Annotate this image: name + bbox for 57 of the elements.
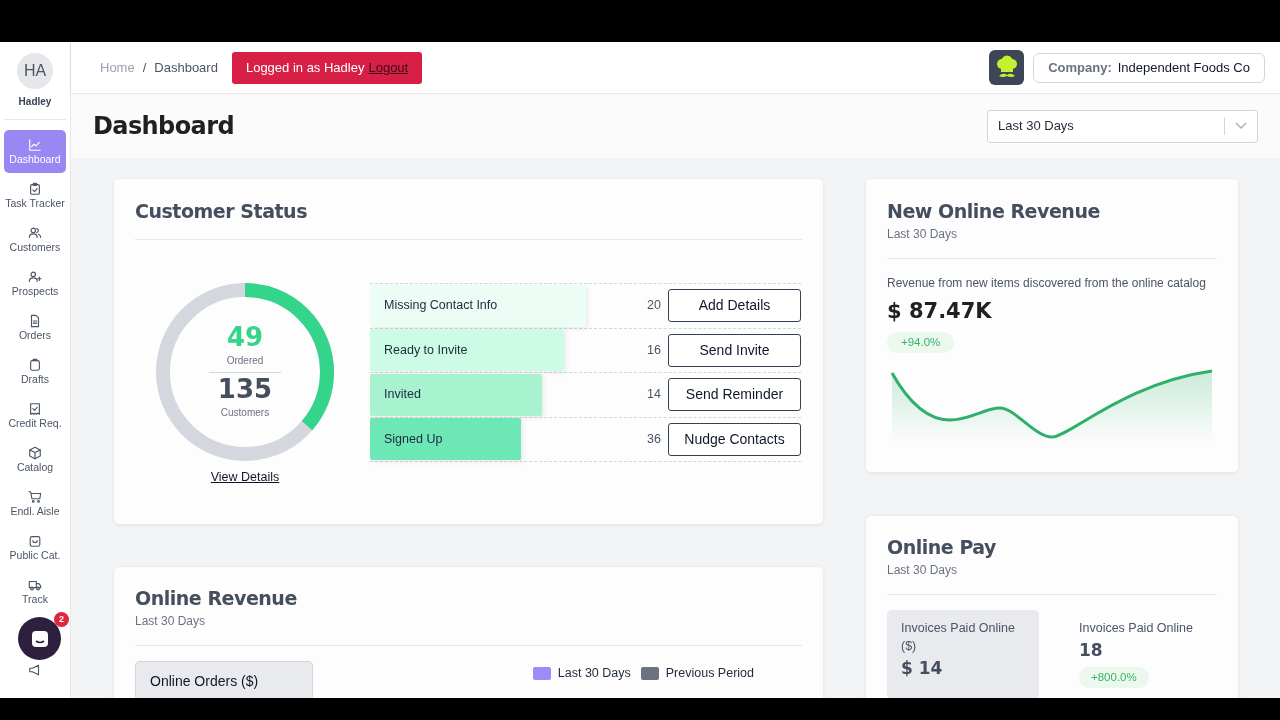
view-details-link[interactable]: View Details <box>210 468 280 487</box>
card-subtitle: Last 30 Days <box>887 562 959 579</box>
card-title: New Online Revenue <box>887 199 1101 223</box>
stat-tile[interactable]: Invoices Paid Online 18 +800.0% <box>1065 610 1217 698</box>
funnel-bar: Invited <box>370 373 543 416</box>
action-button[interactable]: Nudge Contacts <box>668 422 801 456</box>
stat-value: 18 <box>1079 639 1104 662</box>
breadcrumb-separator: / <box>142 58 147 77</box>
sidebar-item[interactable]: Credit Req. <box>4 394 66 437</box>
card-title: Online Revenue <box>135 586 298 610</box>
stat-value: $ 14 <box>901 657 944 680</box>
stage-count: 36 <box>646 430 661 448</box>
metric-tab[interactable]: Online Orders ($) <box>135 661 313 698</box>
stat-tile[interactable]: Invoices Paid Online ($) $ 14 <box>887 610 1039 698</box>
customers-label: Customers <box>220 406 270 420</box>
funnel-bar: Signed Up <box>370 418 521 461</box>
revenue-description: Revenue from new items discovered from the online catalog <box>887 275 1207 292</box>
user-name: Hadley <box>18 95 52 109</box>
revenue-amount: $ 87.47K <box>887 298 993 325</box>
sidebar-item[interactable]: Public Cat. <box>4 526 66 569</box>
period-select[interactable]: Last 30 Days <box>987 109 1258 143</box>
sidebar-item[interactable]: Task Tracker <box>4 174 66 217</box>
session-text: Logged in as Hadley <box>245 58 365 77</box>
sidebar-item[interactable]: Orders <box>4 306 66 349</box>
sidebar-item[interactable]: Endl. Aisle <box>4 482 66 525</box>
stage-count: 14 <box>646 386 661 404</box>
sidebar-item[interactable]: Prospects <box>4 262 66 305</box>
card-subtitle: Last 30 Days <box>887 226 959 243</box>
stage-count: 16 <box>646 341 661 359</box>
page-title: Dashboard <box>93 111 234 142</box>
company-name: Independent Foods Co <box>1117 58 1250 77</box>
sidebar-item[interactable]: Drafts <box>4 350 66 393</box>
stat-label: Invoices Paid Online ($) <box>901 620 1016 655</box>
sidebar-item[interactable]: Track <box>4 570 66 613</box>
customer-count: 135 <box>217 376 273 402</box>
action-button[interactable]: Add Details <box>668 289 801 323</box>
card-title: Customer Status <box>135 199 308 223</box>
action-button[interactable]: Send Invite <box>668 333 801 367</box>
change-badge: +94.0% <box>887 331 955 353</box>
legend-label: Previous Period <box>665 665 754 682</box>
change-badge: +800.0% <box>1079 666 1149 688</box>
company-selector[interactable]: Company: Independent Foods Co <box>1033 52 1265 83</box>
stage-count: 20 <box>646 297 661 315</box>
sidebar-item[interactable]: Customers <box>4 218 66 261</box>
ordered-count: 49 <box>226 324 264 350</box>
legend-label: Last 30 Days <box>557 665 631 682</box>
ordered-label: Ordered <box>226 354 264 368</box>
card-subtitle: Last 30 Days <box>135 613 207 630</box>
sidebar-item[interactable]: Catalog <box>4 438 66 481</box>
company-label: Company: <box>1048 58 1112 77</box>
funnel-bar: Missing Contact Info <box>370 284 586 327</box>
action-button[interactable]: Send Reminder <box>668 378 801 412</box>
card-title: Online Pay <box>887 535 998 559</box>
avatar: HA <box>17 53 53 89</box>
breadcrumb-item[interactable]: Dashboard <box>154 57 218 78</box>
stat-label: Invoices Paid Online <box>1079 620 1194 637</box>
funnel-bar: Ready to Invite <box>370 329 564 372</box>
